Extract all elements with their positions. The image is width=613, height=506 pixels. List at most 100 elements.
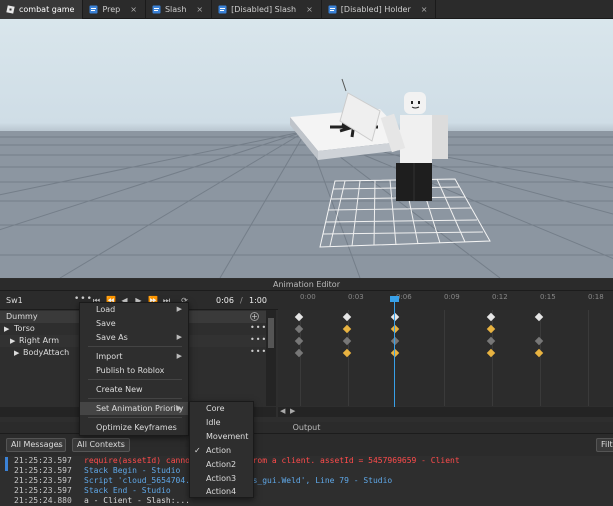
more-options-icon[interactable]: ••• <box>250 334 267 346</box>
animation-options-menu: Load ▶ Save Save As ▶ Import ▶ Publish to R… <box>79 302 189 436</box>
priority-item-action2[interactable]: Action2 <box>190 458 253 471</box>
tab-label: [Disabled] Slash <box>231 5 297 14</box>
script-icon <box>218 5 227 14</box>
close-icon[interactable]: × <box>306 5 313 14</box>
keyframe[interactable] <box>342 324 352 334</box>
log-line[interactable]: 21:25:23.597 Stack End - Studio <box>0 486 613 496</box>
log-timestamp: 21:25:23.597 <box>14 456 72 465</box>
tab-prep[interactable]: Prep × <box>83 0 146 19</box>
close-icon[interactable]: × <box>130 5 137 14</box>
scroll-right-icon[interactable]: ▶ <box>290 407 295 415</box>
ruler-label: 0:00 <box>300 293 316 301</box>
menu-item-label: Idle <box>206 418 221 427</box>
menu-item-save-as[interactable]: Save As ▶ <box>80 331 188 344</box>
ruler-label: 0:18 <box>588 293 604 301</box>
tab-label: combat game <box>19 5 75 14</box>
timeline-scrollbar[interactable]: ◀ ▶ <box>278 407 613 417</box>
priority-item-action4[interactable]: Action4 <box>190 485 253 498</box>
priority-item-movement[interactable]: Movement <box>190 430 253 443</box>
message-filter-dropdown[interactable]: All Messages ⌄ <box>6 438 66 452</box>
log-timestamp: 21:25:23.597 <box>14 466 72 475</box>
expand-arrow-icon[interactable]: ▶ <box>4 323 9 335</box>
animation-editor-title: Animation Editor <box>0 279 613 291</box>
keyframe[interactable] <box>534 336 544 346</box>
playhead[interactable] <box>394 297 395 407</box>
close-icon[interactable]: × <box>421 5 428 14</box>
track-label: Right Arm <box>19 336 60 345</box>
3d-viewport[interactable] <box>0 19 613 278</box>
track-list-scrollbar[interactable] <box>266 310 276 406</box>
submenu-arrow-icon: ▶ <box>176 305 182 313</box>
ruler-label: 0:09 <box>444 293 460 301</box>
playhead-handle[interactable] <box>390 296 399 302</box>
log-line[interactable]: 21:25:23.597 Stack Begin - Studio <box>0 466 613 476</box>
keyframe[interactable] <box>534 312 544 322</box>
output-toolbar: All Messages ⌄ All Contexts ⌄ Filte <box>0 434 613 456</box>
keyframe[interactable] <box>390 312 400 322</box>
tab-label: Prep <box>102 5 121 14</box>
add-track-icon[interactable]: + <box>250 312 259 321</box>
script-icon <box>89 5 98 14</box>
keyframe[interactable] <box>294 348 304 358</box>
menu-item-set-priority[interactable]: Set Animation Priority ▶ <box>80 402 188 415</box>
keyframe[interactable] <box>486 312 496 322</box>
more-options-icon[interactable]: ••• <box>250 322 267 334</box>
track-label: Torso <box>14 324 35 333</box>
keyframe[interactable] <box>342 336 352 346</box>
submenu-arrow-icon: ▶ <box>176 404 182 412</box>
chevron-down-icon: ⌄ <box>56 441 62 449</box>
current-time-field[interactable]: 0:06 <box>216 295 234 307</box>
track-label: Dummy <box>6 312 38 321</box>
scrollbar-thumb[interactable] <box>268 318 274 348</box>
tab-slash[interactable]: Slash × <box>146 0 213 19</box>
keyframe[interactable] <box>342 348 352 358</box>
menu-item-publish[interactable]: Publish to Roblox <box>80 364 188 377</box>
keyframe[interactable] <box>342 312 352 322</box>
more-options-icon[interactable]: ••• <box>250 346 267 358</box>
menu-item-optimize[interactable]: Optimize Keyframes <box>80 421 188 434</box>
menu-separator <box>88 398 182 399</box>
keyframe[interactable] <box>390 336 400 346</box>
menu-item-label: Action4 <box>206 487 237 496</box>
priority-item-action3[interactable]: Action3 <box>190 472 253 485</box>
menu-item-label: Import <box>96 352 123 361</box>
menu-item-create-new[interactable]: Create New <box>80 383 188 396</box>
priority-item-action[interactable]: ✓ Action <box>190 444 253 457</box>
log-message: Stack Begin - Studio <box>84 466 181 475</box>
submenu-arrow-icon: ▶ <box>176 333 182 341</box>
expand-arrow-icon[interactable]: ▶ <box>10 335 15 347</box>
tab-disabled-holder[interactable]: [Disabled] Holder × <box>322 0 437 19</box>
keyframe[interactable] <box>534 348 544 358</box>
menu-item-load[interactable]: Load ▶ <box>80 303 188 316</box>
tab-combat-game[interactable]: combat game <box>0 0 84 19</box>
filter-input[interactable]: Filte <box>596 438 613 452</box>
keyframe[interactable] <box>486 324 496 334</box>
menu-item-save[interactable]: Save <box>80 317 188 330</box>
menu-item-import[interactable]: Import ▶ <box>80 350 188 363</box>
log-message: require(assetId) cannot be called from a… <box>84 456 460 465</box>
log-line[interactable]: 21:25:24.880 a - Client - Slash:... <box>0 496 613 506</box>
end-time-field[interactable]: 1:00 <box>249 295 267 307</box>
time-separator: / <box>240 296 243 305</box>
scroll-left-icon[interactable]: ◀ <box>280 407 285 415</box>
keyframe[interactable] <box>294 312 304 322</box>
timeline-ruler[interactable]: 0:00 0:03 0:06 0:09 0:12 0:15 0:18 <box>278 291 613 310</box>
script-icon <box>152 5 161 14</box>
log-line[interactable]: 21:25:23.597Script 'cloud_5654704...cata… <box>0 476 613 486</box>
keyframe[interactable] <box>486 348 496 358</box>
keyframe[interactable] <box>294 324 304 334</box>
keyframe[interactable] <box>486 336 496 346</box>
expand-arrow-icon[interactable]: ▶ <box>14 347 19 359</box>
keyframe[interactable] <box>294 336 304 346</box>
tab-disabled-slash[interactable]: [Disabled] Slash × <box>212 0 322 19</box>
priority-item-core[interactable]: Core <box>190 402 253 415</box>
dropdown-value: All Messages <box>11 440 63 449</box>
chevron-down-icon: ⌄ <box>120 441 126 449</box>
keyframe[interactable] <box>390 348 400 358</box>
priority-item-idle[interactable]: Idle <box>190 416 253 429</box>
close-icon[interactable]: × <box>196 5 203 14</box>
keyframe[interactable] <box>390 324 400 334</box>
log-line[interactable]: 21:25:23.597 require(assetId) cannot be c… <box>0 456 613 466</box>
ruler-label: 0:12 <box>492 293 508 301</box>
context-filter-dropdown[interactable]: All Contexts ⌄ <box>72 438 130 452</box>
